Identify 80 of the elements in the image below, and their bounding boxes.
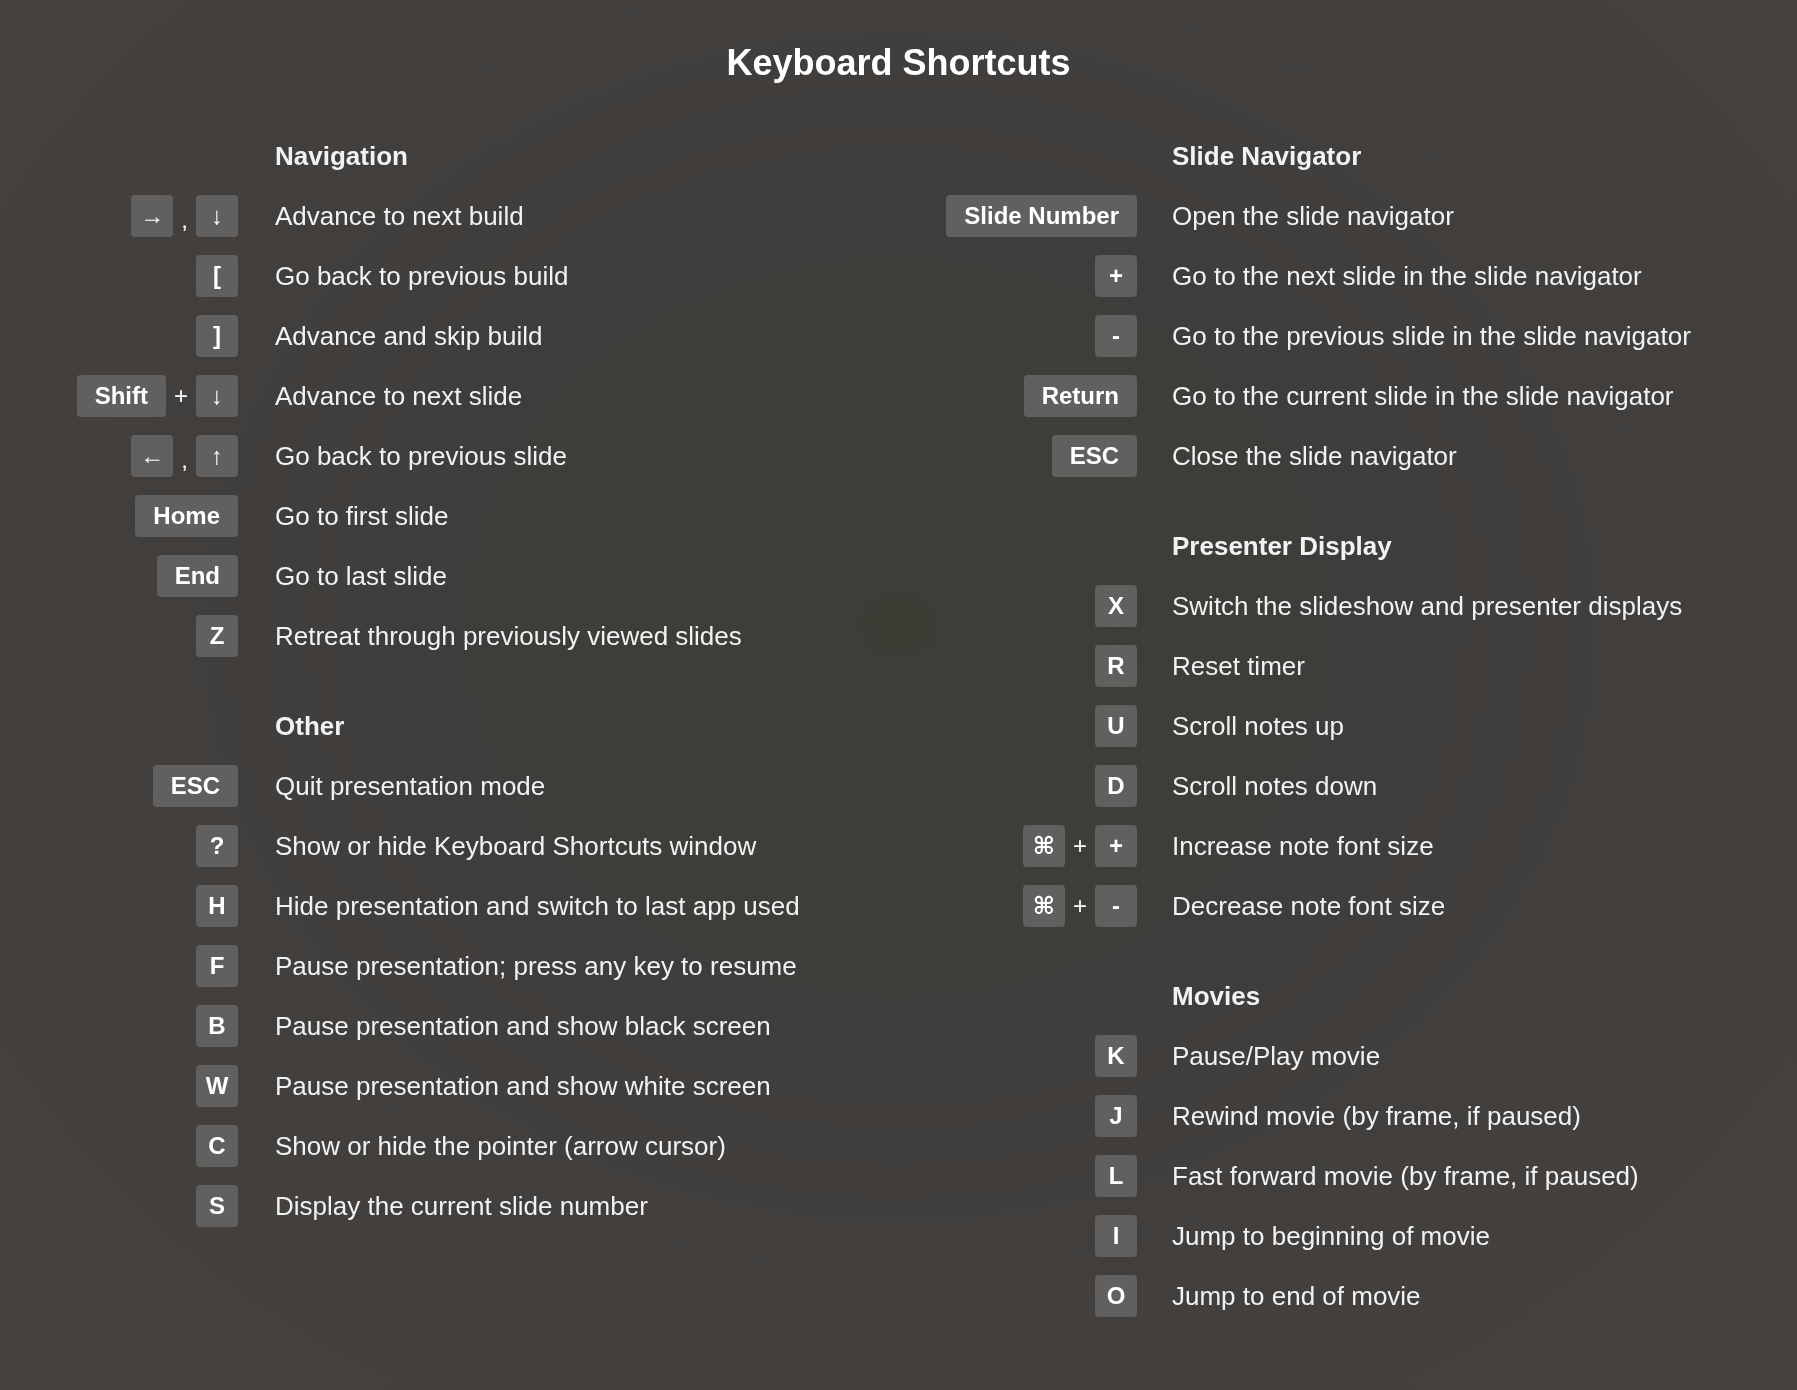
shortcut-description: Jump to beginning of movie xyxy=(1172,1220,1490,1253)
shortcut-description: Reset timer xyxy=(1172,650,1305,683)
shortcut-description: Scroll notes up xyxy=(1172,710,1344,743)
shortcut-description: Go to last slide xyxy=(275,560,447,593)
key-cap: ⌘ xyxy=(1023,885,1065,927)
key-cap: ↑ xyxy=(196,435,238,477)
key-cap: O xyxy=(1095,1275,1137,1317)
shortcut-description: Rewind movie (by frame, if paused) xyxy=(1172,1100,1581,1133)
key-cap: U xyxy=(1095,705,1137,747)
key-cap: F xyxy=(196,945,238,987)
key-cap: - xyxy=(1095,885,1137,927)
key-cap: Home xyxy=(135,495,238,537)
key-cap: L xyxy=(1095,1155,1137,1197)
shortcut-description: Pause presentation and show black screen xyxy=(275,1010,771,1043)
key-cap: End xyxy=(156,555,238,597)
key-cap: C xyxy=(196,1125,238,1167)
window-title: Keyboard Shortcuts xyxy=(726,41,1071,85)
key-cap: B xyxy=(196,1005,238,1047)
shortcut-description: Display the current slide number xyxy=(275,1190,648,1223)
key-cap: R xyxy=(1095,645,1137,687)
key-cap: - xyxy=(1095,315,1137,357)
shortcut-description: Increase note font size xyxy=(1172,830,1434,863)
shortcut-description: Close the slide navigator xyxy=(1172,440,1457,473)
shortcut-description: Advance to next slide xyxy=(275,380,523,413)
section-heading: Slide Navigator xyxy=(1172,140,1362,173)
shortcut-description: Jump to end of movie xyxy=(1172,1280,1421,1313)
key-separator: , xyxy=(181,446,188,474)
shortcut-description: Show or hide the pointer (arrow cursor) xyxy=(275,1130,726,1163)
key-cap: J xyxy=(1095,1095,1137,1137)
shortcut-description: Scroll notes down xyxy=(1172,770,1378,803)
key-cap: ↓ xyxy=(196,375,238,417)
shortcut-description: Go to the previous slide in the slide navigator xyxy=(1172,320,1691,353)
shortcut-description: Go to first slide xyxy=(275,500,449,533)
key-cap: D xyxy=(1095,765,1137,807)
shortcut-description: Pause presentation; press any key to resume xyxy=(275,950,797,983)
section-heading: Navigation xyxy=(275,140,408,173)
key-cap: ESC xyxy=(1051,435,1137,477)
key-cap: K xyxy=(1095,1035,1137,1077)
section-heading: Movies xyxy=(1172,980,1261,1013)
shortcut-description: Retreat through previously viewed slides xyxy=(275,620,742,653)
shortcut-description: Pause/Play movie xyxy=(1172,1040,1381,1073)
shortcut-description: Quit presentation mode xyxy=(275,770,546,803)
key-cap: Return xyxy=(1023,375,1137,417)
shortcut-description: Go back to previous build xyxy=(275,260,569,293)
key-cap: W xyxy=(196,1065,238,1107)
section-heading: Presenter Display xyxy=(1172,530,1392,563)
key-cap: ] xyxy=(196,315,238,357)
key-cap: ↓ xyxy=(196,195,238,237)
key-cap: H xyxy=(196,885,238,927)
shortcut-description: Hide presentation and switch to last app used xyxy=(275,890,800,923)
key-cap: Slide Number xyxy=(946,195,1137,237)
key-cap: I xyxy=(1095,1215,1137,1257)
key-separator: + xyxy=(1073,892,1087,920)
section-heading: Other xyxy=(275,710,345,743)
shortcut-description: Show or hide Keyboard Shortcuts window xyxy=(275,830,757,863)
key-cap: ESC xyxy=(152,765,238,807)
key-cap: Shift xyxy=(76,375,166,417)
key-cap: ? xyxy=(196,825,238,867)
key-cap: [ xyxy=(196,255,238,297)
shortcut-description: Advance to next build xyxy=(275,200,524,233)
shortcut-description: Go back to previous slide xyxy=(275,440,567,473)
key-separator: + xyxy=(174,382,188,410)
shortcut-description: Open the slide navigator xyxy=(1172,200,1454,233)
key-separator: , xyxy=(181,206,188,234)
shortcut-description: Go to the next slide in the slide navigator xyxy=(1172,260,1642,293)
key-cap: S xyxy=(196,1185,238,1227)
key-cap: + xyxy=(1095,255,1137,297)
shortcut-description: Switch the slideshow and presenter displays xyxy=(1172,590,1683,623)
shortcut-description: Advance and skip build xyxy=(275,320,543,353)
key-separator: + xyxy=(1073,832,1087,860)
shortcut-description: Fast forward movie (by frame, if paused) xyxy=(1172,1160,1639,1193)
key-cap: X xyxy=(1095,585,1137,627)
key-cap: ⌘ xyxy=(1023,825,1065,867)
key-cap: Z xyxy=(196,615,238,657)
shortcut-description: Pause presentation and show white screen xyxy=(275,1070,771,1103)
key-cap: → xyxy=(131,195,174,237)
key-cap: + xyxy=(1095,825,1137,867)
key-cap: ← xyxy=(131,435,174,477)
shortcut-description: Decrease note font size xyxy=(1172,890,1446,923)
shortcut-description: Go to the current slide in the slide navigator xyxy=(1172,380,1674,413)
